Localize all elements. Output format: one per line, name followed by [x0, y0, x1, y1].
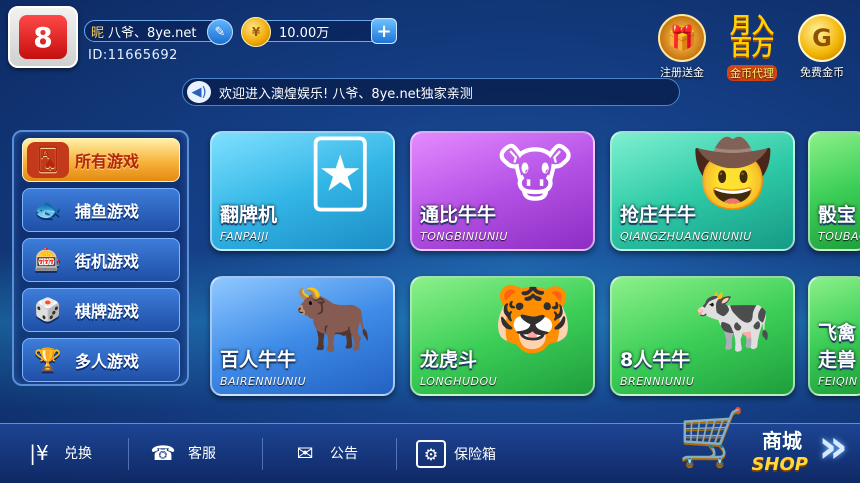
cowboy-hat-icon: 🤠 — [693, 138, 773, 212]
playing-cards-icon: 🃏 — [307, 138, 373, 212]
category-label: 所有游戏 — [75, 152, 140, 171]
edit-nickname-button[interactable]: ✎ — [207, 19, 233, 45]
category-fishing-games[interactable]: 🐟 捕鱼游戏 — [22, 188, 180, 232]
all-games-icon: 🂡 — [27, 142, 69, 178]
logo-mark: 8 — [19, 15, 67, 59]
register-bonus-button[interactable]: 🎁 注册送金 — [652, 14, 712, 79]
telephone-icon: ☎ — [150, 441, 176, 465]
game-pinyin: FANPAIJI — [220, 230, 269, 243]
speaker-icon: ◀) — [187, 81, 211, 103]
game-name: 龙虎斗 — [420, 349, 478, 371]
category-label: 多人游戏 — [75, 352, 140, 371]
category-label: 街机游戏 — [75, 252, 140, 271]
game-card-fanpaiji[interactable]: 🃏 翻牌机 FANPAIJI — [210, 131, 395, 251]
free-coins-label: 免费金币 — [800, 66, 844, 79]
game-pinyin: BAIRENNIUNIU — [220, 375, 307, 388]
game-pinyin: BRENNIUNIU — [620, 375, 695, 388]
bull-head-icon: 🐂 — [293, 283, 373, 357]
category-arcade-games[interactable]: 🎰 街机游戏 — [22, 238, 180, 282]
game-pinyin: LONGHUDOU — [420, 375, 498, 388]
fish-icon: 🐟 — [34, 197, 62, 223]
category-card-games[interactable]: 🎲 棋牌游戏 — [22, 288, 180, 332]
game-name: 飞禽走兽 — [818, 322, 857, 371]
game-name: 翻牌机 — [220, 204, 278, 226]
cards-and-dice-icon: 🎲 — [34, 297, 62, 323]
game-card-longhudou[interactable]: 🐯 龙虎斗 LONGHUDOU — [410, 276, 595, 396]
bull-with-sunglasses-icon: 🐮 — [497, 138, 573, 212]
app-logo[interactable]: 8 — [8, 6, 78, 68]
coin-balance: ¥ 10.00万 + — [241, 17, 397, 47]
game-name: 通比牛牛 — [420, 204, 497, 226]
pencil-icon: ✎ — [214, 24, 226, 40]
shop-subtitle: SHOP — [751, 454, 808, 475]
game-pinyin: TONGBINIUNIU — [420, 230, 508, 243]
dragon-tiger-icon: 🐯 — [493, 283, 573, 357]
announcement-label: 公告 — [330, 446, 358, 462]
game-card-toubao[interactable]: 骰宝 TOUBAO — [808, 131, 860, 251]
safe-icon: ⚙ — [416, 440, 446, 468]
announcement-text: 欢迎进入澳煌娱乐! 八爷、8ye.net独家亲测 — [219, 86, 473, 102]
customer-service-button[interactable]: ☎ 客服 — [146, 440, 216, 466]
monthly-income-label: 金币代理 — [727, 65, 777, 81]
trophy-icon: 🏆 — [34, 347, 62, 373]
safe-box-label: 保险箱 — [454, 447, 496, 463]
user-id: ID:11665692 — [88, 48, 178, 63]
exchange-button[interactable]: |¥ 兑换 — [22, 440, 92, 466]
toolbar-divider — [396, 438, 397, 470]
game-name: 骰宝 — [818, 204, 857, 226]
toolbar-divider — [262, 438, 263, 470]
shopping-cart-icon: 🛒 — [678, 405, 746, 468]
treasure-chest-icon: 🎁 — [658, 14, 706, 62]
game-pinyin: TOUBAO — [818, 230, 860, 243]
envelope-icon: ✉ — [296, 441, 314, 465]
add-coins-button[interactable]: + — [371, 18, 397, 44]
monthly-income-button[interactable]: 月入 百万 金币代理 — [722, 14, 782, 81]
nickname: 八爷、8ye.net — [108, 25, 197, 41]
category-multiplayer-games[interactable]: 🏆 多人游戏 — [22, 338, 180, 382]
free-coins-button[interactable]: G 免费金币 — [792, 14, 852, 79]
monthly-income-title-bottom: 百万 — [729, 36, 774, 61]
game-card-bairenniuniu[interactable]: 🐂 百人牛牛 BAIRENNIUNIU — [210, 276, 395, 396]
game-card-feiqin[interactable]: 飞禽走兽 FEIQIN — [808, 276, 860, 396]
monthly-income-title-top: 月入 — [729, 14, 774, 39]
monthly-income-icon: 月入 百万 — [728, 14, 776, 62]
shop-title: 商城 — [762, 429, 802, 453]
shop-button[interactable]: 🛒 商城 SHOP — [678, 405, 808, 475]
nickname-label: 昵 — [91, 25, 105, 41]
customer-service-label: 客服 — [188, 446, 216, 462]
game-pinyin: FEIQIN — [818, 375, 858, 388]
yen-exchange-icon: |¥ — [29, 441, 49, 465]
category-sidebar: 🂡 所有游戏 🐟 捕鱼游戏 🎰 街机游戏 🎲 棋牌游戏 🏆 多人游戏 — [12, 130, 189, 386]
next-page-arrow-icon[interactable]: » — [818, 419, 848, 473]
coin-amount: 10.00万 — [279, 25, 330, 41]
game-card-tongbiniuniu[interactable]: 🐮 通比牛牛 TONGBINIUNIU — [410, 131, 595, 251]
nickname-box: 昵 八爷、8ye.net ✎ — [84, 19, 233, 45]
slot-machine-icon: 🎰 — [34, 247, 62, 273]
game-card-8renniuniu[interactable]: 🐄 8人牛牛 BRENNIUNIU — [610, 276, 795, 396]
gold-coin-icon: G — [798, 14, 846, 62]
category-all-games[interactable]: 🂡 所有游戏 — [22, 138, 180, 182]
safe-box-button[interactable]: ⚙ 保险箱 — [416, 440, 496, 468]
game-card-qiangzhuangniuniu[interactable]: 🤠 抢庄牛牛 QIANGZHUANGNIUNIU — [610, 131, 795, 251]
toolbar-divider — [128, 438, 129, 470]
game-name: 8人牛牛 — [620, 349, 691, 371]
announcement-bar: ◀) 欢迎进入澳煌娱乐! 八爷、8ye.net独家亲测 — [182, 78, 680, 106]
game-name: 百人牛牛 — [220, 349, 297, 371]
announcement-button[interactable]: ✉ 公告 — [288, 440, 358, 466]
category-label: 棋牌游戏 — [75, 302, 140, 321]
category-label: 捕鱼游戏 — [75, 202, 140, 221]
gold-coin-icon: ¥ — [241, 17, 271, 47]
game-name: 抢庄牛牛 — [620, 204, 697, 226]
cow-in-box-icon: 🐄 — [693, 283, 773, 357]
game-pinyin: QIANGZHUANGNIUNIU — [620, 230, 752, 243]
exchange-label: 兑换 — [64, 446, 92, 462]
